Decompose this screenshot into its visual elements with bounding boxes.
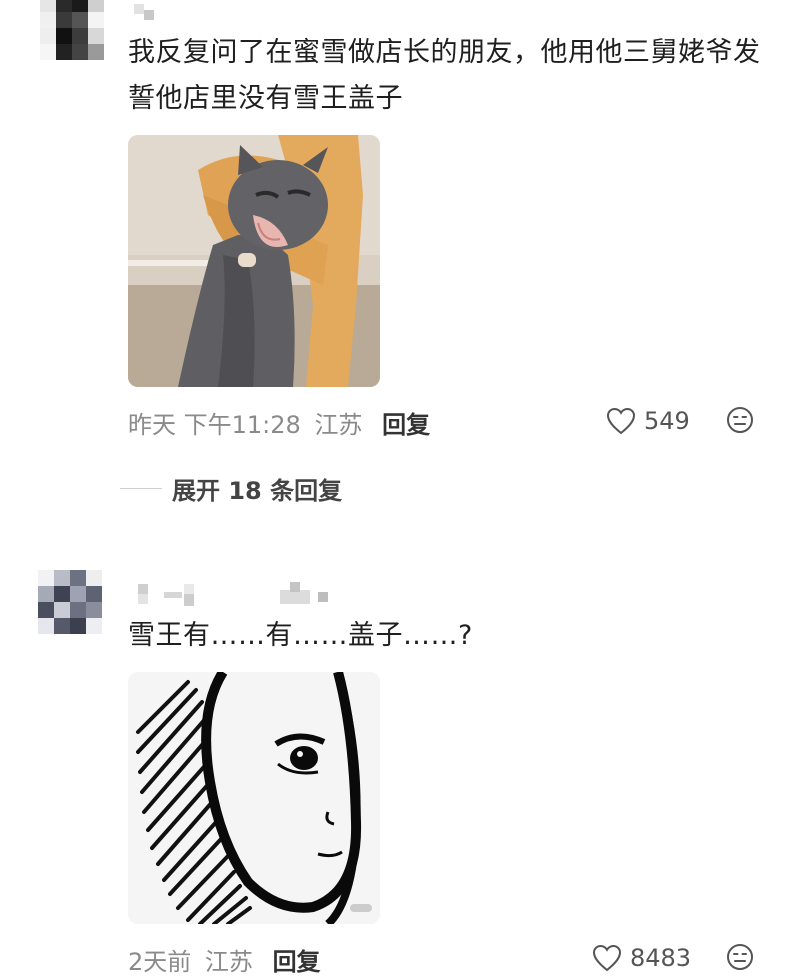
expand-divider bbox=[120, 487, 162, 489]
comment-time: 2天前 bbox=[128, 948, 192, 976]
reply-button[interactable]: 回复 bbox=[382, 411, 430, 439]
sketch-face-image bbox=[128, 672, 380, 924]
comment-item: 我反复问了在蜜雪做店长的朋友，他用他三舅姥爷发誓他店里没有雪王盖子 昨天 下午1… bbox=[0, 0, 800, 520]
comment-meta: 昨天 下午11:28 江苏 回复 549 bbox=[128, 403, 768, 439]
neutral-face-icon bbox=[727, 407, 753, 433]
like-count: 549 bbox=[644, 407, 690, 435]
comment-image-sketch[interactable] bbox=[128, 672, 380, 924]
username[interactable] bbox=[138, 580, 338, 608]
expand-replies-label: 展开 18 条回复 bbox=[172, 476, 343, 505]
comment-time: 昨天 下午11:28 bbox=[128, 411, 301, 439]
heart-outline-icon bbox=[592, 944, 622, 972]
neutral-face-icon bbox=[727, 944, 753, 970]
comment-text: 我反复问了在蜜雪做店长的朋友，他用他三舅姥爷发誓他店里没有雪王盖子 bbox=[128, 37, 761, 114]
comment-text: 雪王有……有……盖子……? bbox=[128, 620, 473, 651]
comment-image-cat[interactable] bbox=[128, 135, 380, 387]
avatar[interactable] bbox=[38, 570, 102, 634]
expand-replies-button[interactable]: 展开 18 条回复 bbox=[120, 470, 342, 506]
heart-outline-icon bbox=[606, 407, 636, 435]
like-button[interactable]: 549 bbox=[606, 403, 690, 439]
cat-photo bbox=[128, 135, 380, 387]
reply-button[interactable]: 回复 bbox=[273, 948, 321, 976]
comment-item: 雪王有……有……盖子……? 2天前 江苏 回复 8483 bbox=[0, 560, 800, 976]
emoji-reaction-button[interactable] bbox=[726, 406, 754, 440]
comment-location: 江苏 bbox=[204, 948, 253, 976]
avatar[interactable] bbox=[40, 0, 104, 62]
username[interactable] bbox=[128, 0, 168, 28]
emoji-reaction-button[interactable] bbox=[726, 943, 754, 977]
like-count: 8483 bbox=[630, 944, 692, 972]
comment-location: 江苏 bbox=[314, 411, 363, 439]
